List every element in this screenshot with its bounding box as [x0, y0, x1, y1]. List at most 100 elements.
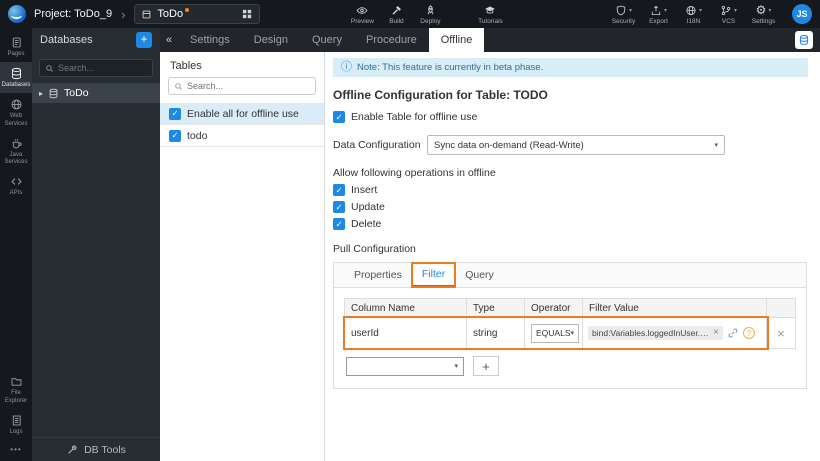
tab-query[interactable]: Query [300, 28, 354, 52]
caret-down-icon: ▾ [454, 363, 458, 370]
security-button[interactable]: ▾ Security [607, 4, 640, 25]
tab-offline[interactable]: Offline [428, 28, 485, 52]
databases-panel-title: Databases [40, 34, 93, 46]
tab-query-pull[interactable]: Query [455, 263, 504, 287]
remove-row-icon[interactable]: × [777, 327, 785, 340]
folder-icon [10, 375, 23, 388]
deploy-button[interactable]: Deploy [414, 3, 446, 25]
info-icon: ⓘ [341, 61, 352, 73]
list-item-enable-all[interactable]: ✓ Enable all for offline use [160, 103, 324, 125]
project-title: Project: ToDo_9 [34, 8, 113, 20]
grid-icon[interactable] [241, 8, 253, 20]
operations-label: Allow following operations in offline [333, 167, 496, 179]
tab-settings[interactable]: Settings [178, 28, 242, 52]
enable-table-offline-row: ✓ Enable Table for offline use [333, 111, 808, 123]
more-options-icon[interactable]: ••• [0, 440, 32, 461]
bind-link-icon[interactable] [727, 327, 739, 339]
data-configuration-select[interactable]: Sync data on-demand (Read-Write) ▾ [427, 135, 725, 155]
sidebar-item-java-services[interactable]: Java Services [0, 132, 32, 170]
sidebar-item-label: File Explorer [4, 390, 28, 404]
sidebar-item-databases[interactable]: Databases [0, 62, 32, 94]
column-name-cell[interactable]: userId [345, 318, 467, 348]
tables-search [168, 77, 316, 95]
checkbox-insert[interactable]: ✓ [333, 184, 345, 196]
check-icon: ✓ [335, 201, 343, 212]
build-button[interactable]: Build [380, 3, 412, 25]
globe-icon [685, 4, 697, 17]
add-database-button[interactable]: + [136, 32, 152, 48]
operation-label: Insert [351, 184, 378, 196]
sidebar-item-logs[interactable]: Logs [0, 409, 32, 440]
sidebar-item-apis[interactable]: APIs [0, 170, 32, 201]
caret-down-icon: ▾ [570, 330, 575, 337]
rail-spacer [0, 201, 32, 370]
export-button[interactable]: ▾ Export [642, 4, 675, 25]
tab-filter[interactable]: Filter [410, 262, 457, 288]
pull-configuration-panel: Properties Filter Query Column Name Type… [333, 262, 807, 389]
tab-procedure[interactable]: Procedure [354, 28, 429, 52]
checkbox-todo-table[interactable]: ✓ [169, 129, 181, 142]
chip-remove-icon[interactable]: × [713, 328, 719, 338]
tab-properties[interactable]: Properties [344, 263, 412, 287]
type-cell[interactable]: string [467, 318, 525, 348]
bind-expression-chip[interactable]: bind:Variables.loggedInUser.data × [588, 326, 723, 340]
tree-item-todo-db[interactable]: ▸ ToDo [32, 83, 160, 103]
checkbox-delete[interactable]: ✓ [333, 218, 345, 230]
user-avatar[interactable]: JS [792, 4, 812, 24]
operation-label: Update [351, 201, 385, 213]
check-icon: ✓ [335, 184, 343, 195]
tutorials-button[interactable]: Tutorials [474, 3, 506, 25]
operation-insert-row: ✓ Insert [333, 184, 808, 196]
sidebar-item-pages[interactable]: Pages [0, 31, 32, 62]
sidebar-item-label: Logs [9, 428, 23, 435]
operation-update-row: ✓ Update [333, 201, 808, 213]
topbar-right-actions: ▾ Security ▾ Export ▾ I18N ▾ VCS ⚙ ▾ Set… [607, 3, 812, 25]
shield-icon [615, 4, 627, 17]
bind-expression-text: bind:Variables.loggedInUser.data [592, 328, 710, 338]
db-tools-button[interactable]: DB Tools [32, 437, 160, 461]
collapse-panel-icon[interactable]: « [160, 28, 178, 52]
filter-table: Column Name Type Operator Filter Value u… [343, 298, 796, 376]
settings-button[interactable]: ⚙ ▾ Settings [747, 3, 780, 25]
search-icon [45, 64, 54, 73]
checkbox-enable-table[interactable]: ✓ [333, 111, 345, 123]
help-icon[interactable]: ? [742, 327, 755, 339]
app-name: ToDo [157, 8, 184, 20]
page-title: Offline Configuration for Table: TODO [333, 88, 548, 102]
database-export-icon [798, 34, 810, 46]
checkbox-enable-all[interactable]: ✓ [169, 107, 181, 120]
branch-icon [720, 4, 732, 17]
add-row-button[interactable]: + [473, 356, 499, 376]
operator-select[interactable]: EQUALS ▾ [531, 323, 580, 343]
app-switcher[interactable]: ToDo [134, 4, 261, 24]
preview-button[interactable]: Preview [346, 3, 378, 25]
check-icon: ✓ [171, 130, 179, 141]
tables-panel: Tables ✓ Enable all for offline use ✓ to… [160, 52, 325, 461]
database-search [39, 59, 153, 77]
sidebar-item-label: Databases [1, 82, 31, 89]
check-icon: ✓ [335, 111, 343, 122]
new-column-select[interactable]: ▾ [346, 356, 464, 376]
sidebar-item-label: Java Services [4, 151, 28, 165]
vcs-button[interactable]: ▾ VCS [712, 4, 745, 25]
checkbox-update[interactable]: ✓ [333, 201, 345, 213]
expander-icon[interactable]: ▸ [39, 89, 43, 98]
sidebar-item-file-explorer[interactable]: File Explorer [0, 370, 32, 408]
list-item-todo-table[interactable]: ✓ todo [160, 125, 324, 147]
wavemaker-studio: Project: ToDo_9 › ToDo Preview Build Dep… [0, 0, 820, 461]
i18n-button[interactable]: ▾ I18N [677, 4, 710, 25]
sidebar-item-web-services[interactable]: Web Services [0, 93, 32, 131]
unsaved-dot-icon [185, 8, 190, 12]
table-row: userId string EQUALS ▾ bind:Variables.lo… [343, 316, 796, 350]
check-icon: ✓ [335, 218, 343, 229]
caret-down-icon: ▾ [663, 7, 667, 14]
tables-search-input[interactable] [187, 81, 310, 91]
i18n-label: I18N [686, 17, 701, 25]
db-shell-button[interactable] [795, 31, 813, 49]
database-search-input[interactable] [58, 63, 147, 73]
operation-delete-row: ✓ Delete [333, 218, 808, 230]
data-configuration-label: Data Configuration [333, 139, 421, 151]
tab-design[interactable]: Design [242, 28, 300, 52]
filter-table-header: Column Name Type Operator Filter Value [344, 298, 796, 318]
build-label: Build [389, 18, 404, 25]
